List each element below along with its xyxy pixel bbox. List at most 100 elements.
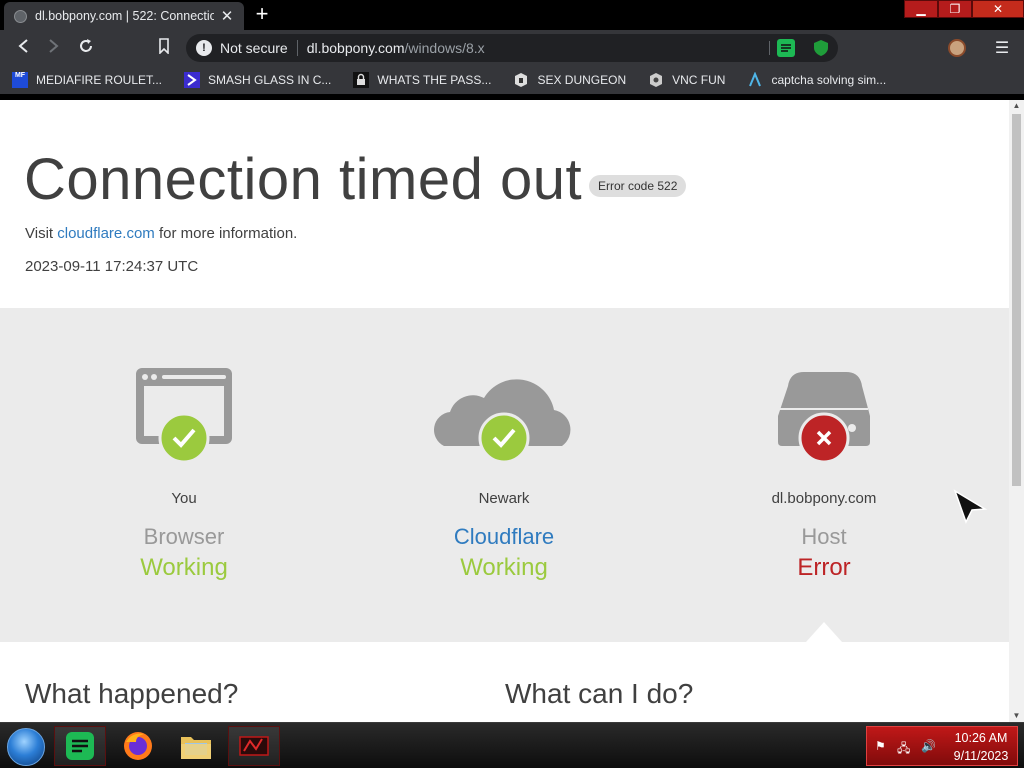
window-close-button[interactable]: ✕ <box>972 0 1024 18</box>
bookmark-label: VNC FUN <box>672 73 726 87</box>
bookmark-label: MEDIAFIRE ROULET... <box>36 73 163 87</box>
network-icon[interactable]: 🖧 <box>897 739 910 760</box>
bookmark-label: SEX DUNGEON <box>537 73 627 87</box>
folder-icon <box>181 737 211 759</box>
captcha-icon <box>749 72 762 87</box>
page-title: Connection timed out <box>24 147 583 212</box>
new-tab-button[interactable]: + <box>250 3 274 26</box>
game-app-button[interactable] <box>228 726 280 766</box>
cloud-icon <box>434 379 571 464</box>
action-center-flag-icon[interactable]: ⚑ <box>875 739 886 753</box>
node-cloudflare: Newark Cloudflare Working <box>354 308 654 642</box>
section-pointer <box>806 622 842 642</box>
firefox-icon <box>124 732 152 760</box>
error-code-badge: Error code 522 <box>589 175 687 197</box>
what-happened-heading: What happened? <box>25 678 239 709</box>
taskbar: ⚑ 🖧 🔊 10:26 AM 9/11/2023 <box>0 722 1024 768</box>
visit-line: Visit cloudflare.com for more informatio… <box>25 225 297 242</box>
scroll-up-arrow-icon[interactable]: ▲ <box>1009 100 1024 112</box>
reload-button[interactable] <box>75 38 97 58</box>
security-label[interactable]: Not secure <box>220 40 288 56</box>
vnc-icon <box>650 73 663 87</box>
back-button[interactable] <box>12 38 34 58</box>
globe-icon <box>14 9 27 23</box>
tab-strip: dl.bobpony.com | 522: Connection ✕ + ▁ ❐… <box>0 0 1024 30</box>
clock-time[interactable]: 10:26 AM <box>945 731 1017 745</box>
browser-tab[interactable]: dl.bobpony.com | 522: Connection ✕ <box>4 2 244 30</box>
browser-icon <box>136 368 232 464</box>
omnibox-divider <box>296 40 298 56</box>
address-bar[interactable]: ! Not secure dl.bobpony.com/windows/8.x <box>186 34 838 62</box>
firefox-button[interactable] <box>112 726 164 766</box>
forward-arrow-icon <box>49 39 59 53</box>
shield-extension-icon[interactable] <box>812 39 830 57</box>
toolbar-divider <box>769 41 770 55</box>
node-location: dl.bobpony.com <box>771 490 877 507</box>
bookmark-item[interactable]: captcha solving sim... <box>747 72 886 88</box>
minimize-button[interactable]: ▁ <box>904 0 938 18</box>
scroll-down-arrow-icon[interactable]: ▼ <box>1009 710 1024 722</box>
node-location: You <box>171 490 197 507</box>
bookmark-item[interactable]: MF MEDIAFIRE ROULET... <box>12 72 162 88</box>
bookmark-label: SMASH GLASS IN C... <box>208 73 332 87</box>
bookmark-label: WHATS THE PASS... <box>377 73 492 87</box>
shield-icon <box>814 40 828 56</box>
bookmark-item[interactable]: WHATS THE PASS... <box>353 72 491 88</box>
notes-app-button[interactable] <box>54 726 106 766</box>
warning-icon[interactable]: ! <box>196 40 212 56</box>
forward-button[interactable] <box>43 38 65 58</box>
restore-button[interactable]: ❐ <box>938 0 972 18</box>
file-explorer-button[interactable] <box>170 726 222 766</box>
bookmark-label: captcha solving sim... <box>771 73 887 87</box>
tab-title: dl.bobpony.com | 522: Connection <box>35 9 214 23</box>
start-orb[interactable] <box>7 728 45 766</box>
node-role: Host <box>801 524 847 549</box>
page-scrollbar[interactable]: ▲ ▼ <box>1009 100 1024 722</box>
volume-icon[interactable]: 🔊 <box>921 739 936 753</box>
error-page: Connection timed out Error code 522 Visi… <box>0 100 1009 722</box>
node-browser: You Browser Working <box>34 308 334 642</box>
mediafire-icon: MF <box>12 72 28 88</box>
scrollbar-thumb[interactable] <box>1012 114 1021 486</box>
lock-icon <box>353 72 370 88</box>
visit-suffix: for more information. <box>154 225 298 242</box>
node-status: Working <box>460 554 548 581</box>
url-path[interactable]: /windows/8.x <box>405 40 485 56</box>
timestamp: 2023-09-11 17:24:37 UTC <box>25 258 199 275</box>
notes-extension-icon[interactable] <box>777 39 795 57</box>
visit-prefix: Visit <box>25 225 58 242</box>
browser-menu-icon[interactable]: ☰ <box>992 38 1012 58</box>
node-location: Newark <box>478 490 530 507</box>
bookmark-item[interactable]: SMASH GLASS IN C... <box>184 72 331 88</box>
cloudflare-link[interactable]: cloudflare.com <box>57 225 155 242</box>
screen: dl.bobpony.com | 522: Connection ✕ + ▁ ❐… <box>0 0 1024 768</box>
game-app-icon <box>239 736 269 756</box>
window-controls: ▁ ❐ ✕ <box>904 0 1024 18</box>
mouse-cursor-icon <box>953 489 988 524</box>
status-diagram: You Browser Working Newark Cloudflare Wo… <box>0 308 1009 642</box>
url-host[interactable]: dl.bobpony.com <box>307 40 405 56</box>
dungeon-icon <box>515 73 528 87</box>
node-status: Working <box>140 554 228 581</box>
back-arrow-icon <box>18 39 28 53</box>
smash-glass-icon <box>184 72 201 88</box>
clock-date[interactable]: 9/11/2023 <box>945 749 1017 763</box>
bookmark-item[interactable]: VNC FUN <box>648 72 725 88</box>
node-status: Error <box>797 554 851 581</box>
node-role-link[interactable]: Cloudflare <box>354 524 654 550</box>
reload-icon <box>80 39 92 52</box>
notes-lines-icon <box>781 44 791 52</box>
profile-avatar[interactable] <box>948 39 966 57</box>
what-can-i-do-heading: What can I do? <box>505 678 694 709</box>
bookmark-item[interactable]: SEX DUNGEON <box>513 72 626 88</box>
system-tray: ⚑ 🖧 🔊 10:26 AM 9/11/2023 <box>866 726 1018 766</box>
server-icon <box>778 372 870 464</box>
node-host: dl.bobpony.com Host Error <box>674 308 974 642</box>
browser-toolbar: ! Not secure dl.bobpony.com/windows/8.x … <box>0 30 1024 66</box>
notes-app-icon <box>66 732 94 760</box>
node-role: Browser <box>143 524 225 549</box>
bookmark-button[interactable] <box>153 38 175 58</box>
tab-close-icon[interactable]: ✕ <box>220 7 234 25</box>
bookmark-icon <box>159 38 169 55</box>
bookmarks-bar: MF MEDIAFIRE ROULET... SMASH GLASS IN C.… <box>0 66 1024 94</box>
